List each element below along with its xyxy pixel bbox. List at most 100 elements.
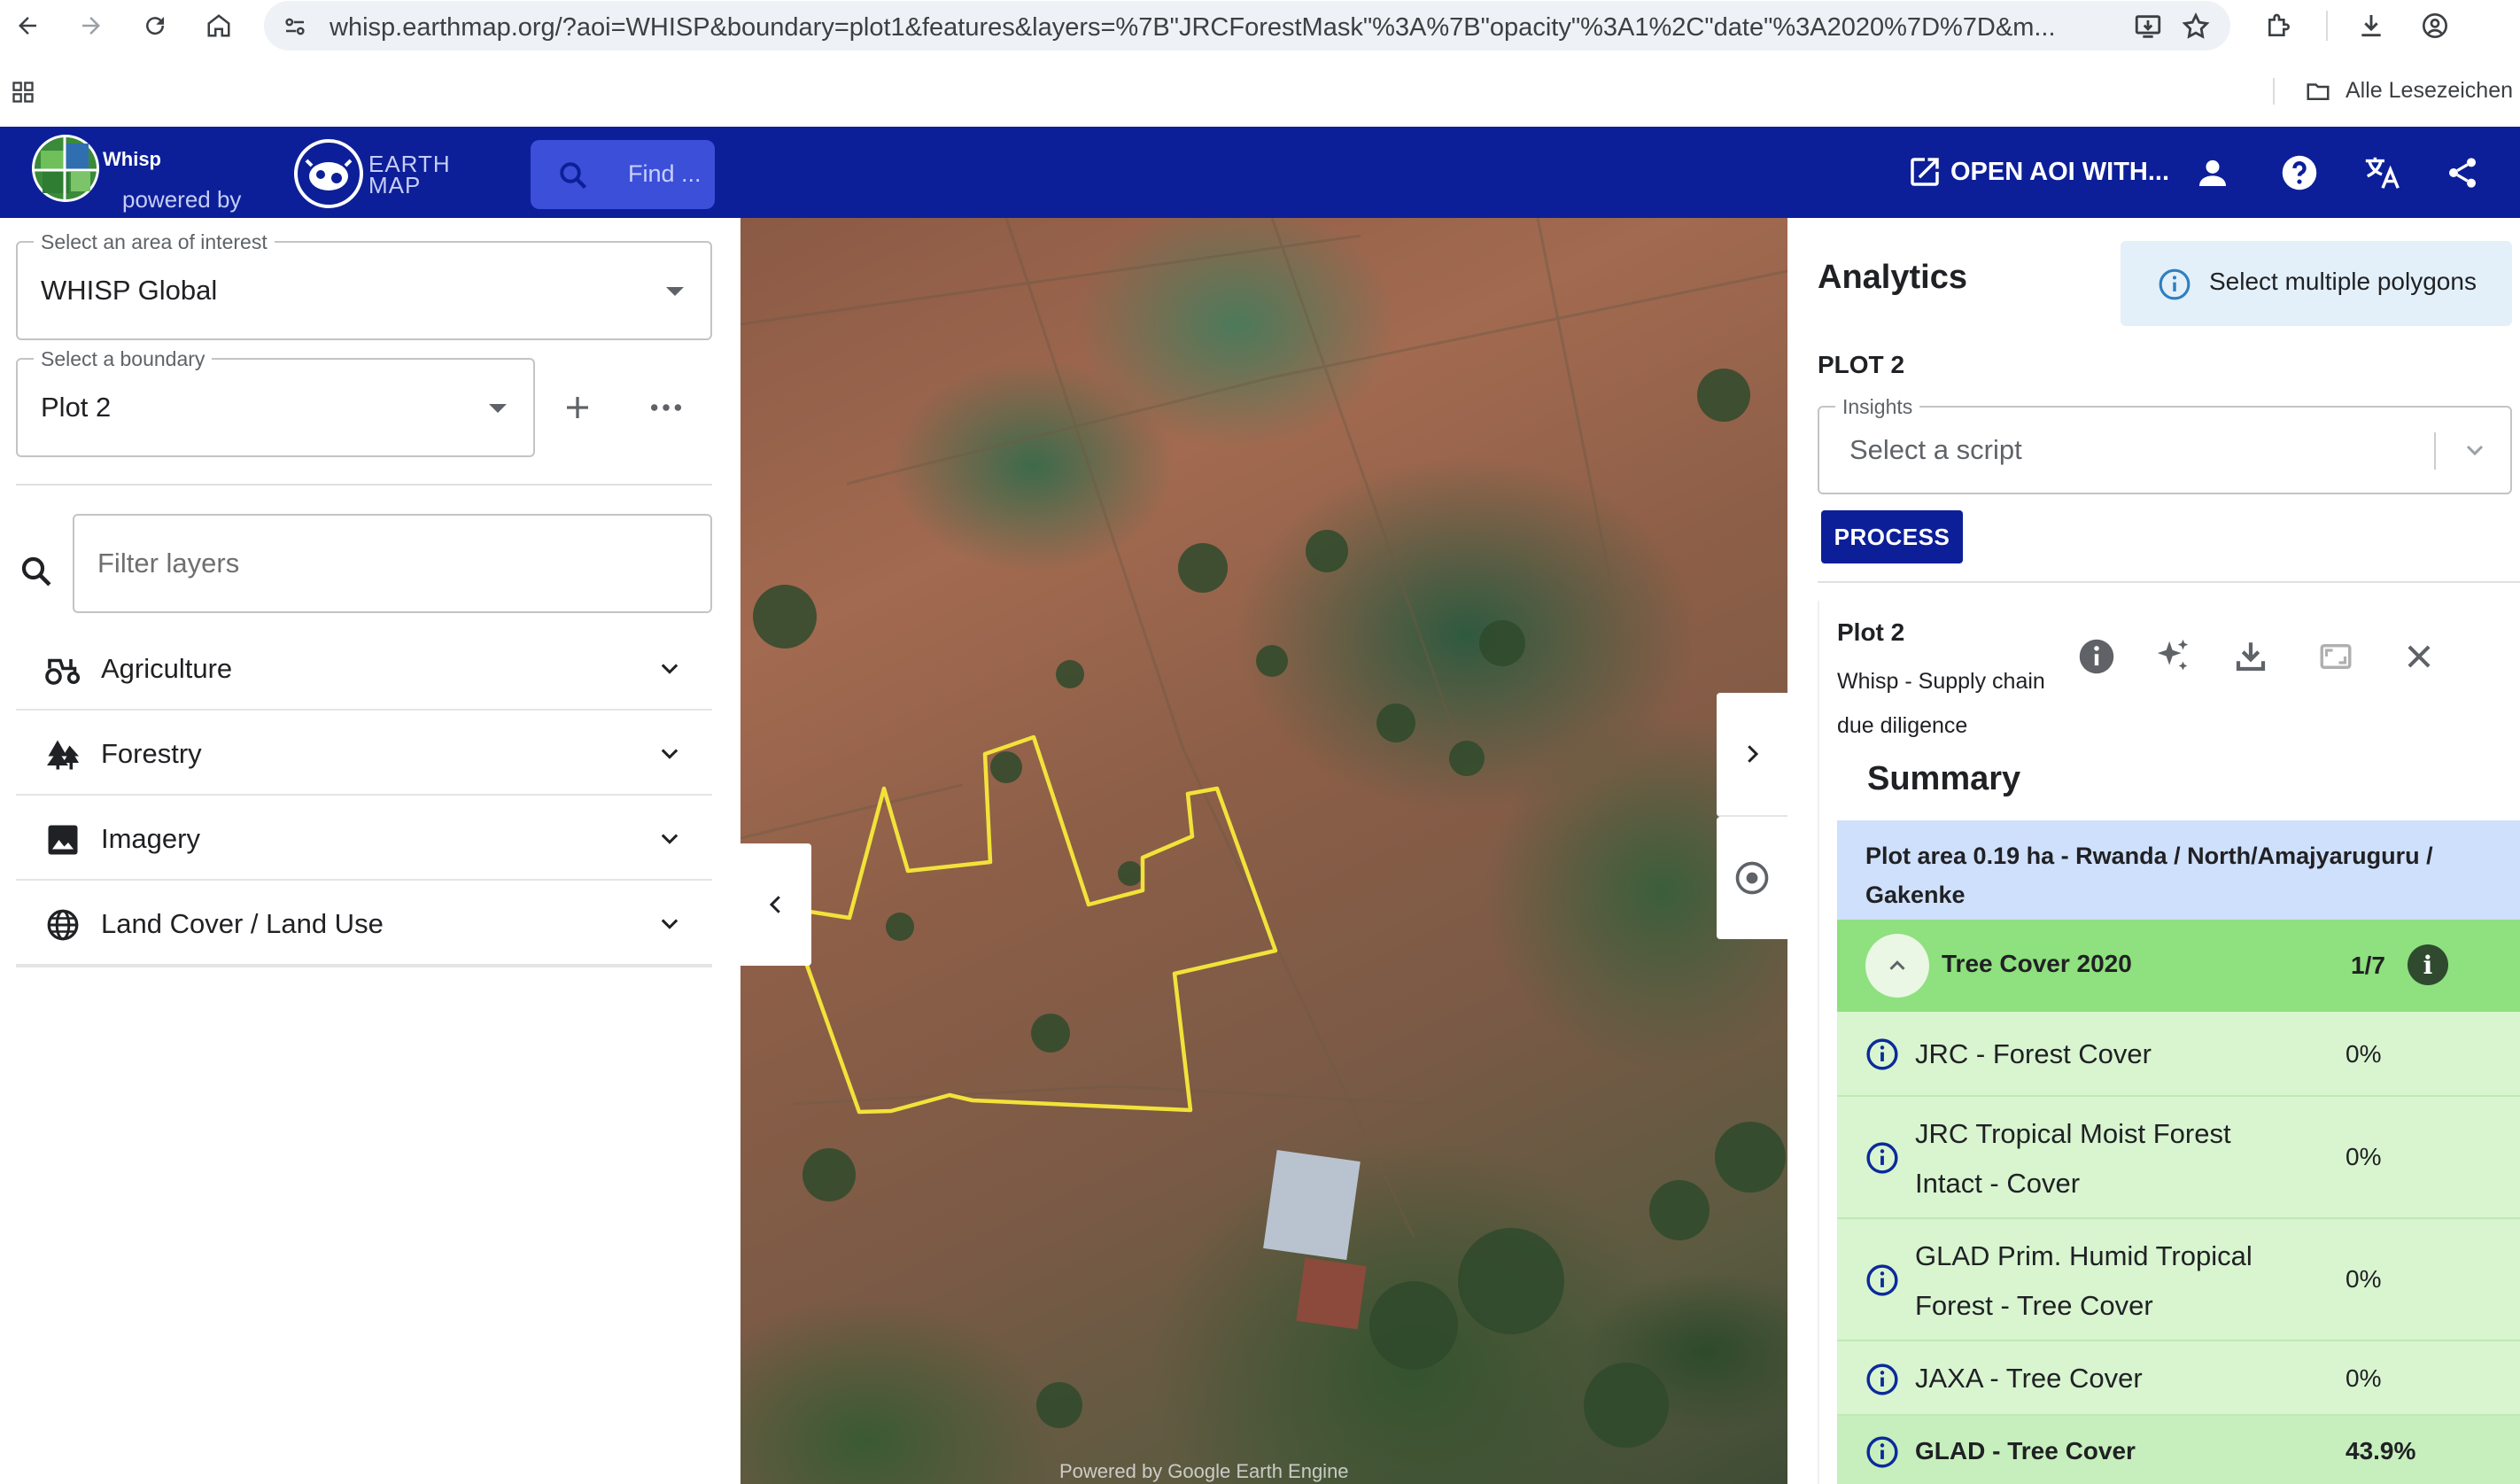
boundary-select-value: Plot 2 [41, 392, 112, 423]
insights-select[interactable]: Insights Select a script [1818, 395, 2512, 494]
metric-name: GLAD - Tree Cover [1915, 1437, 2136, 1465]
expand-card-button[interactable] [2314, 634, 2358, 679]
info-outline-icon[interactable] [1865, 1263, 1899, 1297]
search-placeholder[interactable]: Find ... [628, 160, 702, 188]
map-overlay [740, 218, 1787, 1448]
extensions-button[interactable] [2260, 7, 2298, 44]
layers-panel: Select an area of interest WHISP Global … [0, 218, 740, 1484]
downloads-button[interactable] [2353, 7, 2390, 44]
chevron-down-icon [2466, 445, 2484, 456]
image-icon [48, 825, 78, 855]
category-land-cover[interactable]: Land Cover / Land Use [16, 882, 712, 966]
collapse-right-panel-button[interactable] [1717, 693, 1787, 817]
metric-row: GLAD - Tree Cover 43.9% [1837, 1416, 2520, 1484]
download-icon [2361, 15, 2381, 37]
info-outline-icon[interactable] [1865, 1435, 1899, 1469]
chevron-down-icon [661, 664, 678, 674]
plot-polygon[interactable] [784, 734, 1278, 1115]
panel-divider [1818, 581, 2520, 583]
earthmap-logo[interactable] [294, 139, 363, 208]
process-button[interactable]: PROCESS [1821, 510, 1963, 563]
category-agriculture[interactable]: Agriculture [16, 627, 712, 711]
search-icon [560, 162, 586, 189]
bookmark-star-icon[interactable] [2181, 12, 2211, 42]
collapse-section-button[interactable] [1865, 934, 1929, 998]
reload-button[interactable] [136, 7, 174, 44]
earthmap-line-2: MAP [368, 172, 422, 198]
metric-value: 0% [2346, 1143, 2382, 1170]
translate-button[interactable] [2360, 150, 2406, 196]
all-bookmarks-label[interactable]: Alle Lesezeichen [2346, 78, 2513, 104]
insights-select-label: Insights [1835, 395, 1920, 419]
filter-layers-placeholder: Filter layers [97, 548, 240, 579]
back-button[interactable] [9, 7, 46, 44]
plot-result-card: Plot 2 Whisp - Supply chain due diligenc… [1818, 601, 2520, 1484]
user-button[interactable] [2190, 150, 2236, 196]
select-multiple-polygons-button[interactable]: Select multiple polygons [2121, 241, 2512, 326]
category-forestry[interactable]: Forestry [16, 712, 712, 796]
chevron-down-icon [661, 749, 678, 759]
arrow-right-icon [82, 17, 100, 35]
download-results-button[interactable] [2229, 634, 2273, 679]
bookmarks-bar: Alle Lesezeichen [0, 51, 2520, 127]
search-box[interactable]: Find ... [531, 140, 715, 209]
app-header: Whisp powered by EARTH MAP Find ... OPEN… [0, 127, 2520, 218]
download-icon [2236, 642, 2266, 672]
apps-grid-icon[interactable] [11, 80, 35, 105]
layer-categories: Agriculture Forestry Imagery Land Cover … [16, 627, 712, 967]
profile-button[interactable] [2416, 7, 2454, 44]
filter-layers-input[interactable]: Filter layers [73, 514, 712, 613]
collapse-left-panel-button[interactable] [740, 843, 811, 966]
metric-name: JAXA - Tree Cover [1915, 1363, 2143, 1394]
chevron-up-icon [1889, 960, 1905, 970]
chevron-down-icon [661, 919, 678, 929]
globe-icon [47, 909, 79, 941]
open-aoi-button[interactable]: OPEN AOI WITH... [1906, 152, 2169, 192]
share-button[interactable] [2439, 150, 2485, 196]
tree-cover-section-header[interactable]: Tree Cover 2020 1/7 i [1837, 920, 2520, 1012]
forward-button[interactable] [73, 7, 110, 44]
analytics-panel: Analytics Select multiple polygons PLOT … [1787, 218, 2520, 1484]
more-options-icon[interactable] [648, 392, 684, 423]
boundary-select[interactable]: Select a boundary Plot 2 [16, 347, 535, 457]
category-imagery[interactable]: Imagery [16, 797, 712, 881]
info-outline-icon[interactable] [1865, 1141, 1899, 1175]
caret-down-icon [489, 404, 507, 413]
info-icon[interactable]: i [2408, 944, 2448, 985]
satellite-map[interactable]: Powered by Google Earth Engine [740, 218, 1787, 1484]
metric-value: 0% [2346, 1364, 2382, 1392]
summary-title: Summary [1867, 760, 2021, 797]
aoi-select[interactable]: Select an area of interest WHISP Global [16, 230, 712, 340]
plot-area-summary: Plot area 0.19 ha - Rwanda / North/Amajy… [1837, 820, 2520, 920]
home-button[interactable] [200, 7, 237, 44]
aoi-boundary-line[interactable] [820, 760, 1665, 1146]
info-outline-icon[interactable] [1865, 1037, 1899, 1071]
info-outline-icon[interactable] [1865, 1363, 1899, 1396]
card-subtitle: Whisp - Supply chain due diligence [1837, 669, 2045, 738]
url-text[interactable]: whisp.earthmap.org/?aoi=WHISP&boundary=p… [330, 13, 2119, 43]
home-icon [207, 14, 230, 37]
help-button[interactable] [2276, 150, 2322, 196]
close-card-button[interactable] [2397, 634, 2441, 679]
whisp-globe-icon [32, 135, 99, 202]
target-icon [1735, 861, 1769, 895]
map-credit: Powered by Google Earth Engine [1059, 1460, 1349, 1482]
forest-icon [47, 740, 79, 770]
ai-insights-button[interactable] [2151, 634, 2195, 679]
aoi-select-value: WHISP Global [41, 275, 218, 306]
select-separator [2434, 432, 2436, 470]
address-bar[interactable]: whisp.earthmap.org/?aoi=WHISP&boundary=p… [264, 1, 2230, 51]
locate-button[interactable] [1717, 817, 1787, 939]
aoi-select-label: Select an area of interest [34, 230, 275, 254]
caret-down-icon [666, 287, 684, 296]
add-boundary-icon[interactable] [562, 392, 593, 423]
whisp-logo[interactable] [32, 135, 99, 202]
powered-by-label: powered by [122, 186, 242, 213]
metric-value: 43.9% [2346, 1437, 2416, 1465]
aoi-polygon-outline[interactable] [808, 754, 1787, 1146]
tractor-icon [45, 658, 81, 685]
site-settings-icon[interactable] [282, 13, 308, 40]
install-app-icon[interactable] [2133, 12, 2163, 42]
card-info-button[interactable] [2074, 634, 2119, 679]
chevron-down-icon [661, 834, 678, 844]
